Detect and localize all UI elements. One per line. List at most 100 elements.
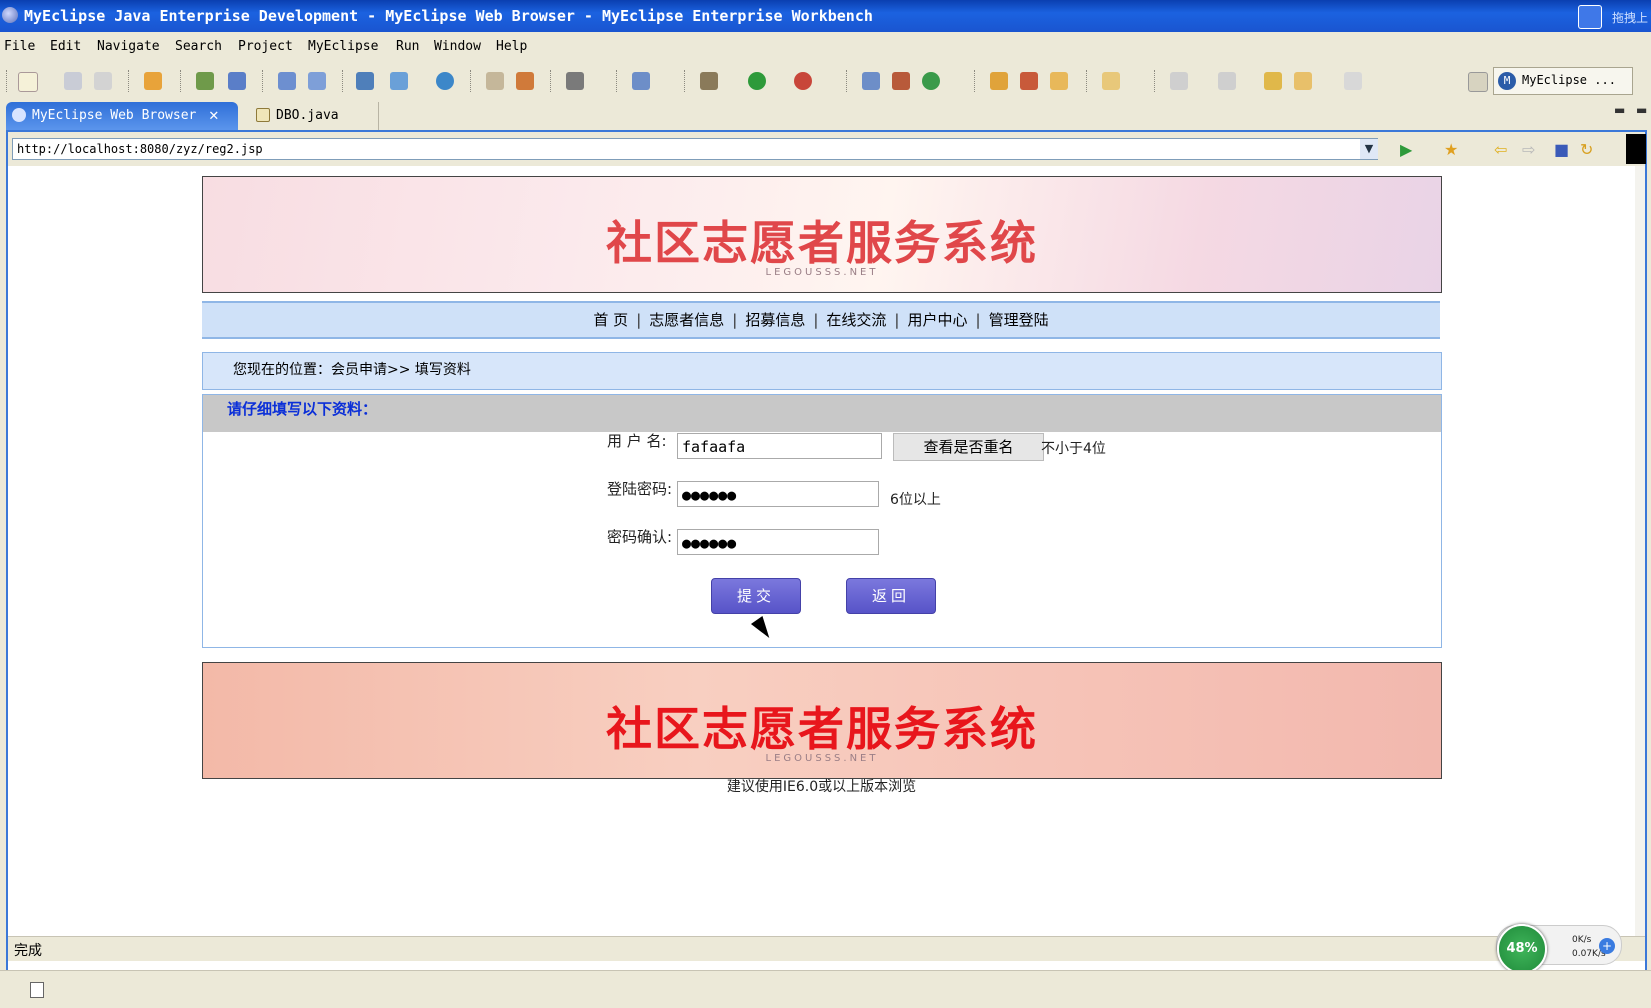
go-icon[interactable]: ▶ <box>1400 140 1412 159</box>
submit-button[interactable]: 提交 <box>711 578 801 614</box>
toolbar-separator <box>470 70 473 92</box>
url-dropdown-icon[interactable]: ▼ <box>1360 139 1378 159</box>
stop-icon[interactable]: ■ <box>1554 140 1569 159</box>
package-icon[interactable] <box>144 72 162 90</box>
myeclipse-perspective-icon: M <box>1498 72 1516 90</box>
prev-annotation-icon[interactable] <box>1218 72 1236 90</box>
open-resource-icon[interactable] <box>516 72 534 90</box>
open-perspective-icon[interactable] <box>1468 72 1488 92</box>
browser-recommendation-note: 建议使用IE6.0或以上版本浏览 <box>726 779 917 795</box>
folder-icon[interactable] <box>1102 72 1120 90</box>
banner-title: 社区志愿者服务系统 <box>606 216 1038 270</box>
username-hint: 不小于4位 <box>1041 441 1106 457</box>
url-input[interactable]: http://localhost:8080/zyz/reg2.jsp <box>12 138 1378 160</box>
menu-project[interactable]: Project <box>238 39 293 54</box>
open-type-icon[interactable] <box>486 72 504 90</box>
username-input[interactable]: fafaafa <box>677 433 882 459</box>
nav-recruit-info[interactable]: 招募信息 <box>745 311 805 329</box>
ant-icon[interactable] <box>862 72 880 90</box>
nav-admin-login[interactable]: 管理登陆 <box>989 311 1049 329</box>
nav-home[interactable]: 首 页 <box>593 311 628 329</box>
footer-banner-subtitle: LEGOUSSS.NET <box>765 753 879 764</box>
back-icon[interactable] <box>1294 72 1312 90</box>
check-duplicate-button[interactable]: 查看是否重名 <box>893 433 1044 461</box>
export-icon[interactable] <box>390 72 408 90</box>
nav-separator: | <box>975 311 981 329</box>
wizard-icon[interactable] <box>278 72 296 90</box>
web-services-icon[interactable] <box>892 72 910 90</box>
camera-icon[interactable] <box>566 72 584 90</box>
browser-view-menu[interactable] <box>1626 134 1646 164</box>
menu-help[interactable]: Help <box>496 39 527 54</box>
run-icon[interactable] <box>748 72 766 90</box>
debug-icon[interactable] <box>196 72 214 90</box>
menu-myeclipse[interactable]: MyEclipse <box>308 39 378 54</box>
save-icon[interactable] <box>64 72 82 90</box>
open-folder-icon[interactable] <box>990 72 1008 90</box>
vertical-scrollbar[interactable] <box>1635 166 1645 936</box>
web-browser-view: http://localhost:8080/zyz/reg2.jsp ▼ ▶ ★… <box>6 130 1647 972</box>
new-file-icon[interactable] <box>18 72 38 92</box>
cloud-tray-icon[interactable] <box>1578 5 1602 29</box>
minimize-view-icon[interactable]: ▬ <box>1614 103 1625 117</box>
confirm-password-label: 密码确认: <box>607 528 673 546</box>
confirm-password-input[interactable]: ●●●●●● <box>677 529 879 555</box>
refresh-icon[interactable] <box>922 72 940 90</box>
toolbar-separator <box>684 70 687 92</box>
tab-label: MyEclipse Web Browser <box>32 108 197 123</box>
bug-debug-icon[interactable] <box>700 72 718 90</box>
java-file-icon <box>256 108 270 122</box>
globe-icon <box>12 108 26 122</box>
menu-navigate[interactable]: Navigate <box>97 39 160 54</box>
last-edit-icon[interactable] <box>1264 72 1282 90</box>
registration-form: 请仔细填写以下资料： 用 户 名: fafaafa 查看是否重名 不小于4位 登… <box>202 394 1442 648</box>
menu-search[interactable]: Search <box>175 39 222 54</box>
next-annotation-icon[interactable] <box>1170 72 1188 90</box>
username-label: 用 户 名: <box>607 432 667 450</box>
forward-icon[interactable] <box>1344 72 1362 90</box>
print-icon[interactable] <box>94 72 112 90</box>
nav-volunteer-info[interactable]: 志愿者信息 <box>649 311 724 329</box>
toolbar-separator <box>550 70 553 92</box>
menu-run[interactable]: Run <box>396 39 419 54</box>
back-button[interactable]: 返回 <box>846 578 936 614</box>
toolbar-separator <box>342 70 345 92</box>
refresh-icon[interactable]: ↻ <box>1580 140 1593 159</box>
favorites-icon[interactable]: ★ <box>1444 140 1458 159</box>
tab-web-browser[interactable]: MyEclipse Web Browser ✕ <box>6 102 238 130</box>
toolbar-separator <box>6 70 9 92</box>
upload-speed: 0K/s <box>1572 935 1592 945</box>
password-label: 登陆密码: <box>607 480 673 498</box>
password-input[interactable]: ●●●●●● <box>677 481 879 507</box>
back-icon[interactable]: ⇦ <box>1494 140 1507 159</box>
deploy-icon[interactable] <box>356 72 374 90</box>
breadcrumb-text: 您现在的位置：会员申请>> 填写资料 <box>233 362 471 378</box>
toolbar-separator <box>1154 70 1157 92</box>
perspective-switcher[interactable]: M MyEclipse ... <box>1493 67 1633 95</box>
tab-dbo-java[interactable]: DBO.java <box>250 102 379 130</box>
browser-status-bar: 完成 <box>8 936 1645 961</box>
new-project-icon[interactable] <box>632 72 650 90</box>
globe-icon[interactable] <box>436 72 454 90</box>
maximize-view-icon[interactable]: ▬ <box>1636 103 1647 117</box>
forward-icon[interactable]: ⇨ <box>1522 140 1535 159</box>
tab-label: DBO.java <box>276 108 339 123</box>
window-title-bar: MyEclipse Java Enterprise Development - … <box>0 0 1651 32</box>
close-tab-icon[interactable]: ✕ <box>209 105 219 124</box>
server-icon[interactable] <box>228 72 246 90</box>
menu-file[interactable]: File <box>4 39 35 54</box>
search-wizard-icon[interactable] <box>308 72 326 90</box>
nav-user-center[interactable]: 用户中心 <box>907 311 967 329</box>
menu-edit[interactable]: Edit <box>50 39 81 54</box>
fast-view-icon[interactable] <box>30 982 44 998</box>
workbench-status-bar <box>0 970 1651 1008</box>
menu-window[interactable]: Window <box>434 39 481 54</box>
nav-online-chat[interactable]: 在线交流 <box>826 311 886 329</box>
external-tools-icon[interactable] <box>794 72 812 90</box>
add-icon[interactable]: + <box>1599 938 1615 954</box>
memory-usage-ring[interactable]: 48% <box>1497 924 1547 974</box>
address-bar: http://localhost:8080/zyz/reg2.jsp ▼ ▶ ★… <box>8 132 1646 166</box>
rocket-icon[interactable] <box>1020 72 1038 90</box>
nav-separator: | <box>732 311 738 329</box>
explorer-icon[interactable] <box>1050 72 1068 90</box>
